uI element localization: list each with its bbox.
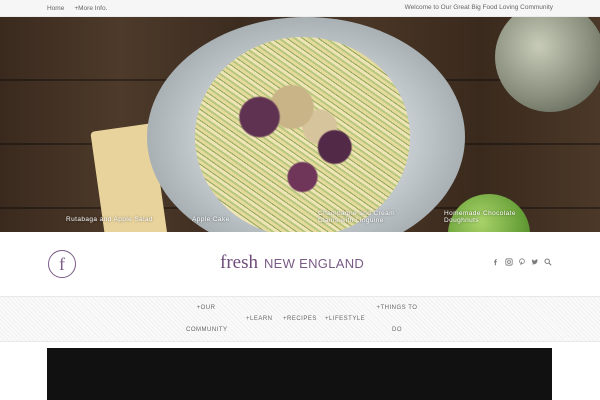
top-nav-home[interactable]: Home bbox=[47, 5, 64, 12]
site-logo[interactable]: fresh NEW ENGLAND bbox=[220, 252, 364, 276]
nav-our-community[interactable]: +OUR COMMUNITY bbox=[186, 297, 227, 341]
top-bar: Home +More Info. Welcome to Our Great Bi… bbox=[0, 0, 600, 17]
instagram-icon[interactable] bbox=[505, 258, 513, 266]
hero-caption-apple-cake[interactable]: Apple Cake bbox=[192, 216, 230, 223]
logo-letter: f bbox=[59, 254, 65, 274]
welcome-text: Welcome to Our Great Big Food Loving Com… bbox=[404, 4, 553, 11]
social-icons bbox=[492, 258, 552, 266]
pinterest-icon[interactable] bbox=[518, 258, 526, 266]
search-icon[interactable] bbox=[544, 258, 552, 266]
main-nav: +OUR COMMUNITY +LEARN +RECIPES +LIFESTYL… bbox=[0, 296, 600, 342]
top-nav-more-info[interactable]: +More Info. bbox=[74, 5, 107, 12]
hero-slider[interactable]: Rutabaga and Apple Salad Apple Cake Cham… bbox=[0, 17, 600, 232]
hero-caption-rutabaga[interactable]: Rutabaga and Apple Salad bbox=[66, 216, 153, 223]
wordmark-new-england: NEW ENGLAND bbox=[263, 256, 365, 271]
nav-things-to-do[interactable]: +THINGS TO DO bbox=[375, 297, 419, 341]
nav-lifestyle[interactable]: +LIFESTYLE bbox=[325, 308, 365, 330]
twitter-icon[interactable] bbox=[531, 258, 539, 266]
facebook-icon[interactable] bbox=[492, 258, 500, 266]
nav-recipes[interactable]: +RECIPES bbox=[283, 308, 317, 330]
wordmark-fresh: fresh bbox=[220, 252, 258, 273]
salad-image bbox=[195, 37, 410, 232]
site-header: f fresh NEW ENGLAND bbox=[0, 232, 600, 296]
featured-media-area[interactable] bbox=[47, 348, 552, 400]
hero-caption-doughnuts[interactable]: Homemade Chocolate Doughnuts bbox=[444, 210, 524, 224]
nav-learn[interactable]: +LEARN bbox=[246, 308, 273, 330]
logo-icon[interactable]: f bbox=[48, 250, 76, 278]
top-nav: Home +More Info. bbox=[47, 0, 107, 16]
hero-caption-clams[interactable]: Champagne and Cream Clams with Linguine bbox=[318, 210, 408, 224]
